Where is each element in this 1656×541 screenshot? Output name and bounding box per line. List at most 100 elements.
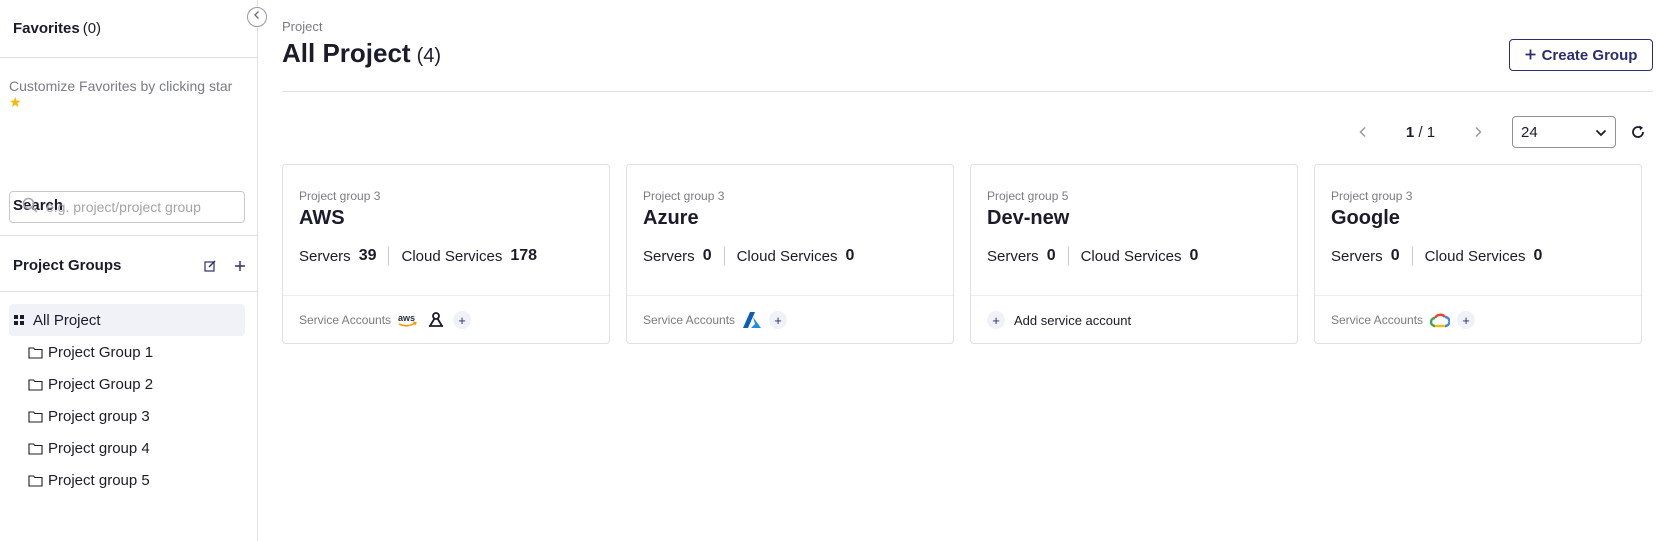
card-project-name[interactable]: Google — [1331, 207, 1625, 230]
create-group-label: Create Group — [1541, 46, 1638, 64]
aws-icon[interactable]: aws — [397, 309, 419, 331]
tree-item-project-group-2[interactable]: Project Group 2 — [9, 368, 245, 400]
cloud-services-count[interactable]: 0 — [1189, 247, 1198, 265]
service-accounts-label: Service Accounts — [299, 313, 392, 327]
tree-item-label: Project group 3 — [48, 407, 150, 425]
card-stats: Servers 39 Cloud Services 178 — [299, 247, 593, 265]
chevron-right-icon[interactable] — [1468, 122, 1488, 142]
star-icon: ★ — [9, 94, 22, 110]
cloud-services-count[interactable]: 0 — [1533, 247, 1542, 265]
tree-item-project-group-1[interactable]: Project Group 1 — [9, 336, 245, 368]
cloud-services-label: Cloud Services — [401, 247, 503, 265]
divider — [282, 91, 1653, 92]
stats-divider — [1067, 247, 1069, 265]
favorites-count: (0) — [82, 20, 102, 37]
sidebar: Favorites (0) Customize Favorites by cli… — [0, 0, 258, 541]
plus-icon — [1525, 47, 1536, 64]
tencent-icon[interactable] — [425, 309, 447, 331]
search-input[interactable] — [46, 199, 236, 215]
project-groups-header: Project Groups — [0, 240, 258, 292]
sidebar-collapse-button[interactable] — [247, 7, 267, 27]
project-card-list: Project group 3 AWS Servers 39 Cloud Ser… — [282, 164, 1642, 344]
card-group-name: Project group 3 — [299, 189, 381, 203]
service-accounts-label: Service Accounts — [1331, 313, 1424, 327]
project-card[interactable]: Project group 5 Dev-new Servers 0 Cloud … — [970, 164, 1298, 344]
card-stats: Servers 0 Cloud Services 0 — [987, 247, 1281, 265]
favorites-header: Favorites (0) — [0, 0, 257, 58]
servers-label: Servers — [643, 247, 695, 265]
add-service-account-icon[interactable]: + — [453, 311, 472, 329]
tree-item-label: All Project — [33, 311, 101, 329]
tree-item-all-project[interactable]: All Project — [9, 304, 245, 336]
search-box[interactable] — [9, 191, 245, 223]
add-group-icon[interactable] — [232, 256, 248, 276]
cloud-services-label: Cloud Services — [736, 247, 838, 265]
servers-label: Servers — [299, 247, 351, 265]
tree-item-label: Project Group 2 — [48, 375, 154, 393]
servers-count[interactable]: 39 — [359, 247, 377, 265]
servers-count[interactable]: 0 — [1047, 247, 1056, 265]
card-project-name[interactable]: Dev-new — [987, 207, 1281, 230]
page-title-text: All Project — [282, 38, 411, 68]
page-indicator: 1 / 1 — [1373, 124, 1468, 141]
grid-icon — [12, 313, 27, 328]
servers-label: Servers — [1331, 247, 1383, 265]
folder-icon — [28, 345, 43, 360]
add-service-account-icon[interactable]: + — [1457, 311, 1476, 329]
card-stats: Servers 0 Cloud Services 0 — [1331, 247, 1625, 265]
tree-item-project-group-3[interactable]: Project group 3 — [9, 400, 245, 432]
chevron-left-icon — [251, 8, 263, 26]
card-group-name: Project group 3 — [643, 189, 725, 203]
cloud-services-label: Cloud Services — [1424, 247, 1526, 265]
servers-count[interactable]: 0 — [703, 247, 712, 265]
plus-icon: + — [987, 311, 1005, 329]
breadcrumb[interactable]: Project — [282, 19, 322, 34]
servers-label: Servers — [987, 247, 1039, 265]
project-count: (4) — [416, 45, 442, 67]
svg-text:aws: aws — [398, 313, 415, 323]
add-service-account-label: Add service account — [1014, 312, 1132, 328]
card-project-name[interactable]: AWS — [299, 207, 593, 230]
chevron-down-icon — [1595, 124, 1607, 141]
page-size-select[interactable]: 24 — [1512, 116, 1616, 148]
stats-divider — [1411, 247, 1413, 265]
card-project-name[interactable]: Azure — [643, 207, 937, 230]
folder-icon — [28, 377, 43, 392]
google-cloud-icon[interactable] — [1429, 309, 1451, 331]
tree-item-project-group-4[interactable]: Project group 4 — [9, 432, 245, 464]
tree-item-label: Project Group 1 — [48, 343, 154, 361]
search-icon — [22, 197, 38, 218]
folder-icon — [28, 473, 43, 488]
pagination: 1 / 1 24 — [1353, 116, 1656, 148]
project-card[interactable]: Project group 3 Azure Servers 0 Cloud Se… — [626, 164, 954, 344]
add-service-account-button[interactable]: + Add service account — [987, 311, 1131, 329]
project-card[interactable]: Project group 3 AWS Servers 39 Cloud Ser… — [282, 164, 610, 344]
refresh-icon[interactable] — [1628, 122, 1648, 142]
add-service-account-icon[interactable]: + — [769, 311, 788, 329]
tree-item-label: Project group 4 — [48, 439, 150, 457]
card-group-name: Project group 5 — [987, 189, 1069, 203]
tree-item-project-group-5[interactable]: Project group 5 — [9, 464, 245, 496]
page-separator: / — [1414, 123, 1427, 141]
chevron-left-icon[interactable] — [1353, 122, 1373, 142]
project-tree: All Project Project Group 1 Project Grou… — [9, 304, 245, 496]
create-group-button[interactable]: Create Group — [1509, 39, 1653, 71]
favorites-help-text: Customize Favorites by clicking star ★ — [0, 58, 257, 176]
page-size-value: 24 — [1521, 123, 1538, 141]
project-card[interactable]: Project group 3 Google Servers 0 Cloud S… — [1314, 164, 1642, 344]
folder-icon — [28, 441, 43, 456]
favorites-title: Favorites — [13, 20, 80, 37]
servers-count[interactable]: 0 — [1391, 247, 1400, 265]
page-title: All Project (4) — [282, 38, 441, 69]
cloud-services-label: Cloud Services — [1080, 247, 1182, 265]
total-pages: 1 — [1426, 123, 1436, 141]
azure-icon[interactable] — [741, 309, 763, 331]
edit-icon[interactable] — [202, 256, 218, 276]
stats-divider — [723, 247, 725, 265]
current-page: 1 — [1405, 123, 1415, 141]
project-groups-title: Project Groups — [13, 257, 122, 274]
cloud-services-count[interactable]: 178 — [510, 247, 537, 265]
cloud-services-count[interactable]: 0 — [845, 247, 854, 265]
tree-item-label: Project group 5 — [48, 471, 150, 489]
card-service-accounts: Service Accounts + — [1315, 296, 1641, 344]
